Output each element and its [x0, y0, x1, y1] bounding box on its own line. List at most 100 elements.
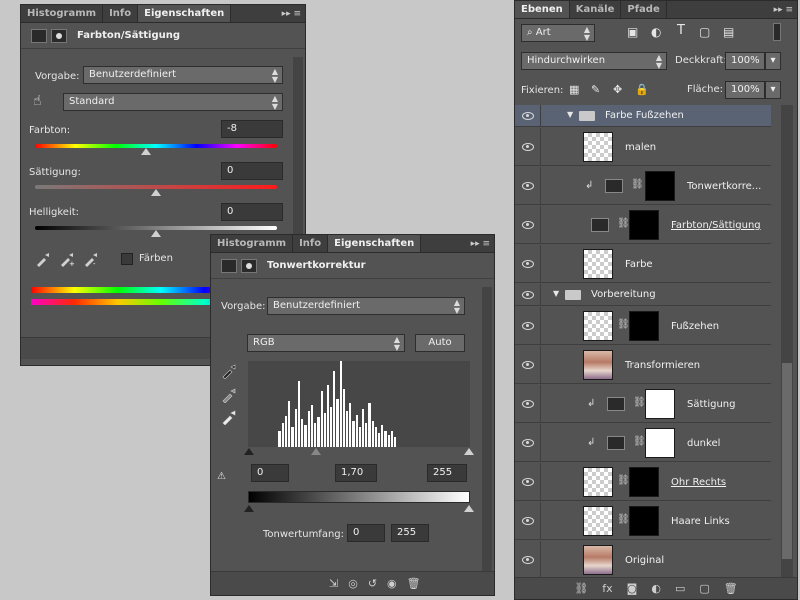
input-black-field[interactable]: 0	[251, 464, 289, 482]
link-icon[interactable]: ⛓	[617, 319, 630, 330]
output-white-slider-thumb[interactable]	[464, 505, 474, 512]
layers-scrollbar[interactable]	[781, 105, 793, 579]
input-black-slider-thumb[interactable]	[244, 448, 254, 455]
link-icon[interactable]: ⛓	[631, 179, 644, 190]
delete-layer-icon[interactable]: 🗑	[724, 582, 738, 595]
add-mask-icon[interactable]: ◙	[627, 582, 638, 595]
layer-row[interactable]: ↲ ⛓ Tonwertkorre...	[515, 167, 771, 205]
new-group-icon[interactable]: ▭	[675, 582, 685, 595]
colorize-checkbox[interactable]	[121, 253, 133, 265]
visibility-toggle[interactable]	[515, 463, 541, 500]
tab-layers[interactable]: Ebenen	[515, 1, 570, 18]
properties-scrollbar[interactable]	[482, 287, 492, 572]
layer-row[interactable]: ↲ ⛓ dunkel	[515, 424, 771, 462]
filter-adjustment-icon[interactable]: ◐	[651, 25, 661, 39]
panel-menu-icon[interactable]: ▸▸ ≡	[282, 5, 301, 23]
fill-dropdown-button[interactable]: ▾	[765, 81, 781, 99]
layer-filter-select[interactable]: ⌕ Art ▲ ▼	[521, 24, 595, 42]
input-white-slider-thumb[interactable]	[464, 448, 474, 455]
layer-style-icon[interactable]: fx	[602, 582, 612, 595]
panel-menu-icon[interactable]: ▸▸ ≡	[471, 235, 490, 253]
hue-slider-track[interactable]	[35, 144, 277, 148]
layer-row[interactable]: Transformieren	[515, 346, 771, 384]
layer-row[interactable]: ⛓ Ohr Rechts	[515, 463, 771, 501]
input-gamma-slider-thumb[interactable]	[311, 448, 321, 455]
link-icon[interactable]: ⛓	[617, 218, 630, 229]
visibility-toggle[interactable]	[515, 167, 541, 204]
link-icon[interactable]: ⛓	[617, 475, 630, 486]
expand-arrow-icon[interactable]: ▼	[567, 110, 573, 119]
white-point-eyedropper-icon[interactable]	[221, 409, 237, 425]
link-icon[interactable]: ⛓	[633, 397, 646, 408]
input-gamma-field[interactable]: 1,70	[335, 464, 377, 482]
layer-row[interactable]: ↲ ⛓ Sättigung	[515, 385, 771, 423]
lightness-input[interactable]: 0	[221, 203, 283, 221]
input-white-field[interactable]: 255	[427, 464, 467, 482]
visibility-toggle[interactable]	[515, 245, 541, 282]
preset-select[interactable]: Benutzerdefiniert ▲ ▼	[83, 66, 283, 84]
channel-select[interactable]: RGB ▲ ▼	[247, 334, 405, 352]
layer-row[interactable]: Farbe	[515, 245, 771, 283]
link-icon[interactable]: ⛓	[617, 514, 630, 525]
tab-info[interactable]: Info	[293, 235, 329, 252]
expand-arrow-icon[interactable]: ▼	[553, 289, 559, 298]
visibility-toggle[interactable]	[515, 541, 541, 578]
layer-row[interactable]: ⛓ Fußzehen	[515, 307, 771, 345]
lock-transparent-icon[interactable]: ▦	[569, 83, 579, 96]
layer-row[interactable]: ⛓ Farbton/Sättigung	[515, 206, 771, 244]
visibility-toggle[interactable]	[515, 206, 541, 243]
layers-scrollbar-thumb[interactable]	[782, 363, 792, 559]
layer-row[interactable]: ▼ Farbe Fußzehen	[515, 105, 771, 127]
fill-input[interactable]: 100%	[725, 81, 765, 99]
lock-position-icon[interactable]: ✥	[613, 83, 622, 96]
eyedropper-plus-icon[interactable]: +	[59, 251, 75, 267]
visibility-toggle[interactable]	[515, 128, 541, 165]
lightness-slider-thumb[interactable]	[151, 230, 161, 237]
blend-mode-select[interactable]: Hindurchwirken ▲ ▼	[521, 52, 667, 70]
tab-paths[interactable]: Pfade	[621, 1, 667, 18]
filter-type-icon[interactable]: T	[677, 23, 685, 38]
saturation-slider-thumb[interactable]	[151, 189, 161, 196]
tab-channels[interactable]: Kanäle	[570, 1, 622, 18]
tab-properties[interactable]: Eigenschaften	[138, 5, 232, 22]
output-black-slider-thumb[interactable]	[244, 505, 254, 512]
visibility-toggle[interactable]	[515, 385, 541, 422]
hue-slider-thumb[interactable]	[141, 148, 151, 155]
black-point-eyedropper-icon[interactable]	[221, 363, 237, 379]
filter-shape-icon[interactable]: ▢	[699, 25, 710, 39]
visibility-icon[interactable]: ◉	[387, 577, 397, 590]
gray-point-eyedropper-icon[interactable]	[221, 387, 237, 403]
opacity-input[interactable]: 100%	[725, 52, 765, 70]
hue-input[interactable]: -8	[221, 120, 283, 138]
eyedropper-icon[interactable]	[35, 251, 51, 267]
panel-menu-icon[interactable]: ▸▸ ≡	[774, 1, 793, 19]
visibility-toggle[interactable]	[515, 284, 541, 305]
new-layer-icon[interactable]: ▢	[699, 582, 709, 595]
tab-histogram[interactable]: Histogramm	[211, 235, 294, 252]
channel-select[interactable]: Standard ▲ ▼	[63, 93, 283, 111]
output-black-field[interactable]: 0	[347, 524, 385, 542]
reset-icon[interactable]: ↺	[368, 577, 377, 590]
visibility-toggle[interactable]	[515, 502, 541, 539]
filter-toggle[interactable]	[773, 23, 781, 41]
link-icon[interactable]: ⛓	[633, 436, 646, 447]
preset-select[interactable]: Benutzerdefiniert ▲ ▼	[267, 297, 465, 315]
visibility-toggle[interactable]	[515, 307, 541, 344]
auto-button[interactable]: Auto	[415, 334, 465, 352]
lock-all-icon[interactable]: 🔒	[635, 83, 649, 96]
layer-row[interactable]: ▼ Vorbereitung	[515, 284, 771, 306]
visibility-toggle[interactable]	[515, 346, 541, 383]
layer-row[interactable]: ⛓ Haare Links	[515, 502, 771, 540]
layer-row[interactable]: malen	[515, 128, 771, 166]
tab-properties[interactable]: Eigenschaften	[328, 235, 422, 252]
output-white-field[interactable]: 255	[391, 524, 429, 542]
visibility-toggle[interactable]	[515, 105, 541, 126]
filter-pixel-icon[interactable]: ▣	[627, 25, 638, 39]
saturation-input[interactable]: 0	[221, 162, 283, 180]
tab-info[interactable]: Info	[103, 5, 139, 22]
clip-to-layer-icon[interactable]: ⇲	[329, 577, 338, 590]
visibility-toggle[interactable]	[515, 424, 541, 461]
delete-icon[interactable]: 🗑	[407, 577, 421, 590]
eyedropper-minus-icon[interactable]: -	[83, 251, 99, 267]
tab-histogram[interactable]: Histogramm	[21, 5, 104, 22]
